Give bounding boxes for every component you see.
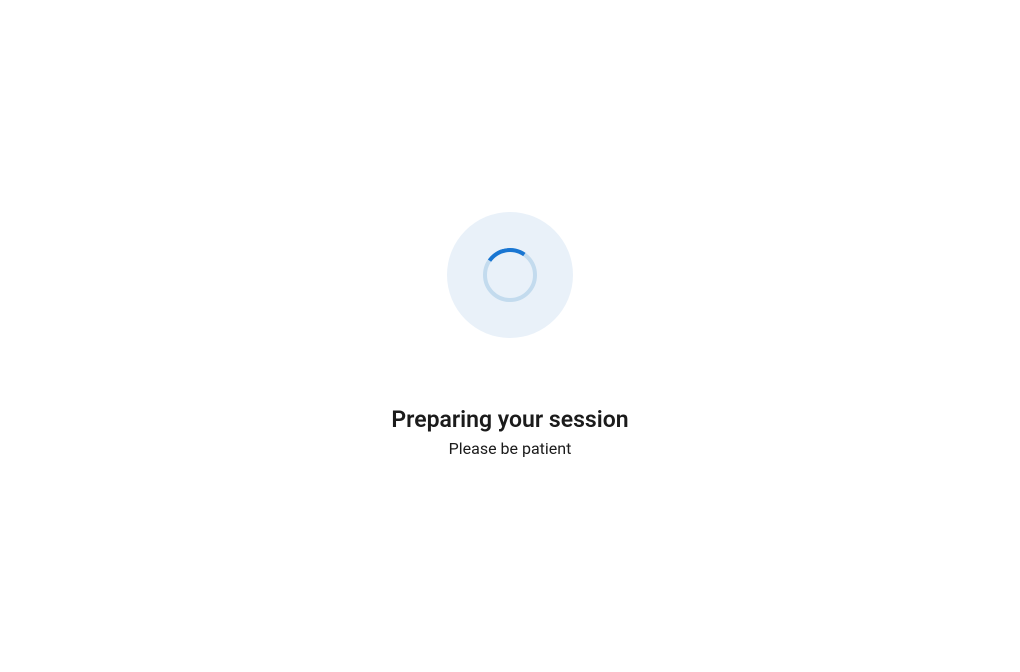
spinner-arc [479,244,542,307]
loading-title: Preparing your session [391,406,628,433]
loading-subtitle: Please be patient [449,439,572,458]
loading-spinner-icon [483,248,537,302]
loading-spinner-container [447,212,573,338]
